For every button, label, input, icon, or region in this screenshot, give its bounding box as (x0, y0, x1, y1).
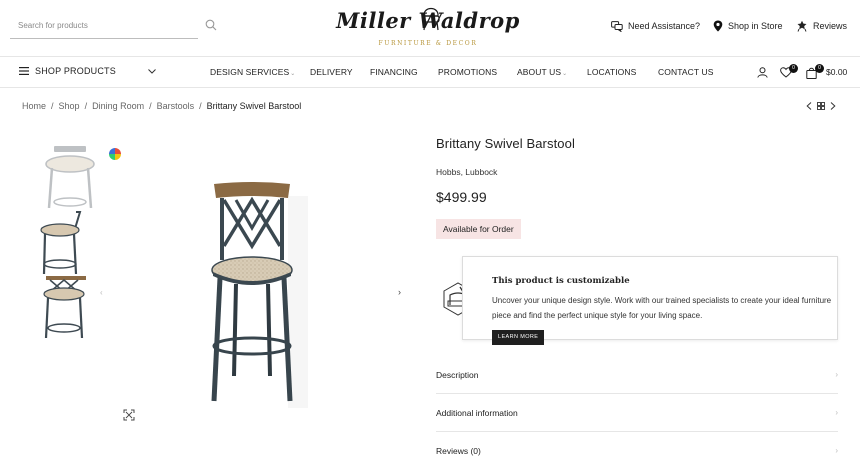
nav-financing[interactable]: FINANCING (370, 67, 418, 77)
chevron-right-icon: › (835, 370, 838, 379)
breadcrumb-home[interactable]: Home (22, 101, 46, 111)
customizable-product-box: This product is customizable Uncover you… (462, 256, 838, 345)
barstool-thumbnail-image (40, 211, 82, 274)
gallery-prev-arrow-icon[interactable]: ‹ (100, 288, 103, 297)
search-icon[interactable] (205, 19, 217, 31)
search-input[interactable] (10, 14, 180, 36)
cart-count-badge: 0 (815, 64, 824, 73)
shop-products-label: SHOP PRODUCTS (35, 66, 116, 76)
customize-description: Uncover your unique design style. Work w… (492, 296, 832, 320)
product-title: Brittany Swivel Barstool (436, 136, 575, 151)
breadcrumb-shop[interactable]: Shop (59, 101, 80, 111)
site-logo[interactable]: Miller Waldrop FURNITURE & DECOR (335, 2, 521, 52)
reviews-link[interactable]: Reviews (796, 18, 847, 34)
logo-tagline: FURNITURE & DECOR (378, 40, 478, 47)
breadcrumb-separator: / (149, 101, 152, 111)
chat-icon (611, 20, 623, 32)
product-price: $499.99 (436, 189, 487, 205)
caret-down-icon: ⌄ (562, 71, 568, 77)
accordion-description[interactable]: Description › (436, 356, 838, 394)
nav-promotions-label: PROMOTIONS (438, 67, 498, 77)
breadcrumb-current: Brittany Swivel Barstool (206, 101, 302, 111)
reviews-badge-icon (797, 20, 807, 32)
customize-title: This product is customizable (492, 276, 630, 286)
wishlist-count-badge: 0 (789, 64, 798, 73)
reviews-label: Reviews (813, 21, 848, 31)
next-product-icon[interactable] (830, 102, 836, 110)
color-options-swatch-icon[interactable] (109, 148, 121, 160)
shop-in-store-label: Shop in Store (728, 21, 783, 31)
product-navigation (806, 102, 836, 110)
nav-delivery-label: DELIVERY (310, 67, 353, 77)
barstool-thumbnail-image (43, 276, 86, 339)
search-box (10, 14, 198, 39)
breadcrumb-separator: / (51, 101, 54, 111)
need-assistance-link[interactable]: Need Assistance? (611, 18, 700, 34)
chevron-right-icon: › (835, 446, 838, 455)
accordion-reviews[interactable]: Reviews (0) › (436, 432, 838, 464)
location-pin-icon (713, 20, 723, 32)
shop-in-store-link[interactable]: Shop in Store (713, 18, 783, 34)
barstool-thumbnail-image (45, 146, 95, 208)
breadcrumb: Home / Shop / Dining Room / Barstools / Brit… (22, 101, 301, 111)
main-navigation: SHOP PRODUCTS DESIGN SERVICES⌄ DELIVERY … (0, 56, 860, 88)
nav-about-us-label: ABOUT US (517, 67, 562, 77)
breadcrumb-separator: / (199, 101, 202, 111)
prev-product-icon[interactable] (806, 102, 812, 110)
need-assistance-label: Need Assistance? (628, 21, 701, 31)
breadcrumb-barstools[interactable]: Barstools (157, 101, 195, 111)
hamburger-icon (19, 67, 29, 75)
nav-promotions[interactable]: PROMOTIONS (438, 67, 497, 77)
nav-financing-label: FINANCING (370, 67, 418, 77)
accordion-reviews-label: Reviews (0) (436, 446, 481, 456)
nav-contact-us[interactable]: CONTACT US (658, 67, 713, 77)
account-icon[interactable] (757, 67, 768, 78)
cart-total[interactable]: $0.00 (826, 67, 847, 77)
accordion-additional-information-label: Additional information (436, 408, 518, 418)
shop-products-menu[interactable]: SHOP PRODUCTS (19, 66, 116, 76)
nav-design-services[interactable]: DESIGN SERVICES⌄ (210, 67, 295, 77)
gallery-next-arrow-icon[interactable]: › (398, 287, 401, 297)
chevron-right-icon: › (835, 408, 838, 417)
thumbnail-front[interactable] (40, 144, 100, 208)
thumbnail-strip (40, 144, 100, 342)
nav-locations-label: LOCATIONS (587, 67, 637, 77)
site-header: Miller Waldrop FURNITURE & DECOR Need As… (0, 0, 860, 56)
thumbnail-side[interactable] (40, 210, 100, 274)
learn-more-button[interactable]: LEARN MORE (492, 330, 545, 345)
nav-locations[interactable]: LOCATIONS (587, 67, 636, 77)
logo-wordmark: Miller Waldrop (336, 8, 520, 33)
availability-badge: Available for Order (436, 219, 521, 239)
product-locations: Hobbs, Lubbock (436, 167, 498, 177)
thumbnail-back[interactable] (40, 276, 100, 340)
breadcrumb-dining-room[interactable]: Dining Room (92, 101, 144, 111)
nav-design-services-label: DESIGN SERVICES (210, 67, 290, 77)
breadcrumb-separator: / (84, 101, 88, 111)
nav-delivery[interactable]: DELIVERY (310, 67, 353, 77)
caret-down-icon: ⌄ (290, 71, 296, 77)
grid-icon[interactable] (817, 102, 825, 110)
chevron-down-icon[interactable] (148, 69, 156, 74)
nav-about-us[interactable]: ABOUT US⌄ (517, 67, 567, 77)
nav-contact-us-label: CONTACT US (658, 67, 714, 77)
accordion-description-label: Description (436, 370, 479, 380)
zoom-expand-icon[interactable] (123, 409, 135, 421)
accordion-additional-information[interactable]: Additional information › (436, 394, 838, 432)
product-main-image[interactable] (202, 176, 308, 408)
